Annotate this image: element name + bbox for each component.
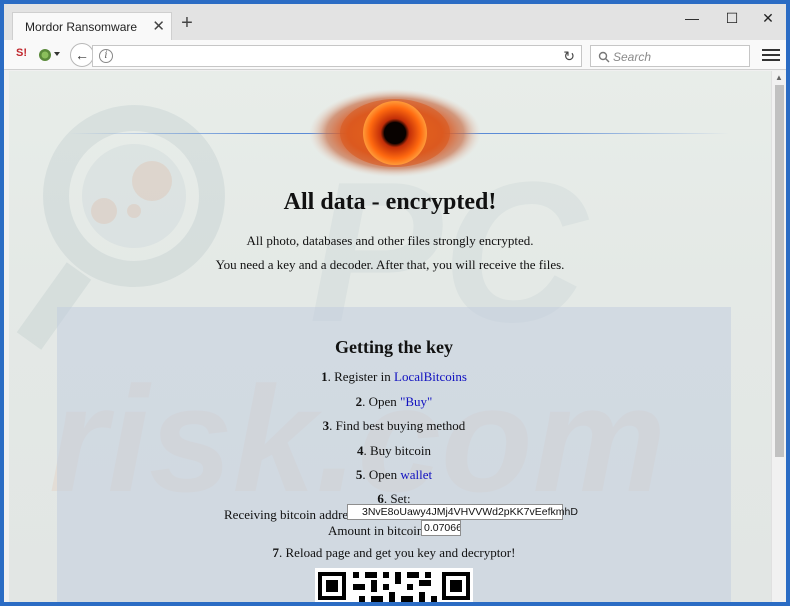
tab-bar: Mordor Ransomware ✕ + — ☐ ✕ bbox=[4, 4, 786, 40]
intro-line-1: All photo, databases and other files str… bbox=[246, 233, 534, 248]
minimize-button[interactable]: — bbox=[674, 10, 710, 30]
step-4: 4. Buy bitcoin bbox=[57, 443, 731, 459]
step-text: . Register in bbox=[327, 369, 394, 384]
step-1: 1. Register in LocalBitcoins bbox=[57, 369, 731, 385]
amount-label: Amount in bitcoins: bbox=[328, 523, 432, 538]
reload-icon[interactable]: ↻ bbox=[563, 48, 575, 65]
step-text: . Open bbox=[362, 467, 401, 482]
eye-image bbox=[309, 89, 481, 177]
tab-title: Mordor Ransomware bbox=[25, 20, 138, 34]
extension-icon[interactable]: S! bbox=[16, 47, 27, 59]
browser-window: Mordor Ransomware ✕ + — ☐ ✕ S! ← i ↻ Sea… bbox=[4, 4, 786, 602]
step-2: 2. Open "Buy" bbox=[57, 394, 731, 410]
new-tab-button[interactable]: + bbox=[176, 13, 198, 35]
search-placeholder: Search bbox=[613, 50, 652, 64]
step-7: 7. Reload page and get you key and decry… bbox=[57, 545, 731, 561]
buy-link[interactable]: "Buy" bbox=[400, 394, 432, 409]
tab-active[interactable]: Mordor Ransomware ✕ bbox=[12, 12, 172, 40]
step-3: 3. Find best buying method bbox=[57, 418, 731, 434]
page-content: risk.com PC bbox=[9, 71, 771, 602]
section-title: Getting the key bbox=[335, 337, 453, 357]
qr-code bbox=[315, 568, 473, 602]
bitcoin-address-field[interactable]: 3NvE8oUawy4JMj4VHVVWd2pKK7vEefkmhD bbox=[347, 504, 578, 520]
close-window-button[interactable]: ✕ bbox=[750, 10, 786, 30]
wallet-link[interactable]: wallet bbox=[400, 467, 432, 482]
step-text: . Find best buying method bbox=[329, 418, 466, 433]
search-input[interactable]: Search bbox=[590, 45, 750, 67]
hamburger-menu-icon[interactable] bbox=[762, 46, 780, 64]
step-text: . Open bbox=[362, 394, 401, 409]
intro-line-2: You need a key and a decoder. After that… bbox=[215, 257, 565, 272]
step-5: 5. Open wallet bbox=[57, 467, 731, 483]
instructions-panel: Getting the key 1. Register in LocalBitc… bbox=[57, 307, 731, 602]
maximize-button[interactable]: ☐ bbox=[714, 10, 750, 30]
search-icon bbox=[598, 48, 610, 66]
tor-onion-icon[interactable] bbox=[38, 46, 60, 65]
info-icon[interactable]: i bbox=[99, 49, 113, 63]
step-text: . Reload page and get you key and decryp… bbox=[279, 545, 516, 560]
vertical-scrollbar[interactable]: ▲ bbox=[771, 71, 786, 602]
page-title: All data - encrypted! bbox=[283, 189, 497, 215]
scrollbar-thumb[interactable] bbox=[775, 85, 784, 457]
address-label: Receiving bitcoin address: bbox=[224, 507, 362, 522]
localbitcoins-link[interactable]: LocalBitcoins bbox=[394, 369, 467, 384]
step-text: . Buy bitcoin bbox=[363, 443, 432, 458]
nav-bar: S! ← i ↻ Search bbox=[4, 40, 786, 70]
back-button[interactable]: ← bbox=[70, 43, 94, 67]
bitcoin-amount-field[interactable]: 0.07066: bbox=[421, 520, 461, 536]
scroll-up-icon[interactable]: ▲ bbox=[775, 73, 783, 82]
tab-close-icon[interactable]: ✕ bbox=[152, 17, 165, 35]
url-bar[interactable]: i ↻ bbox=[92, 45, 582, 67]
